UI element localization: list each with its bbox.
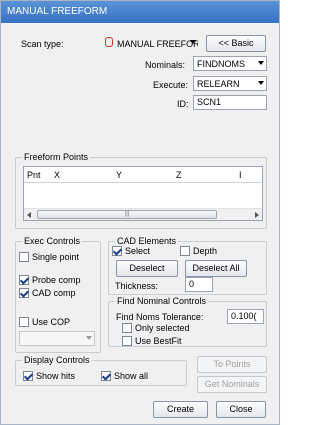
chevron-down-icon: [258, 61, 264, 65]
cop-select[interactable]: [19, 331, 95, 346]
single-point-label: Single point: [32, 252, 80, 262]
thickness-label: Thickness:: [115, 281, 159, 291]
thickness-input[interactable]: 0: [185, 277, 213, 292]
column-header: I: [239, 170, 242, 180]
cad-comp-checkbox[interactable]: CAD comp: [19, 288, 76, 298]
show-hits-checkbox[interactable]: Show hits: [23, 371, 75, 381]
checkbox-box[interactable]: [19, 252, 29, 262]
checkbox-box[interactable]: [101, 371, 111, 381]
nominals-select[interactable]: FINDNOMS: [193, 56, 267, 71]
only-selected-label: Only selected: [135, 323, 190, 333]
execute-label: Execute:: [153, 80, 189, 90]
execute-value: RELEARN: [197, 78, 240, 89]
window-title: MANUAL FREEFORM: [1, 1, 279, 23]
depth-label: Depth: [193, 246, 218, 256]
scroll-right-icon[interactable]: [255, 212, 259, 218]
deselect-all-button[interactable]: Deselect All: [185, 260, 247, 277]
checkbox-box[interactable]: [122, 336, 132, 346]
manual-freeform-dialog: MANUAL FREEFORM Scan type: MANUAL FREEFO…: [0, 0, 280, 425]
scan-type-label: Scan type:: [21, 39, 64, 49]
nominals-label: Nominals:: [145, 60, 186, 70]
to-points-button[interactable]: To Points: [197, 356, 267, 373]
cad-comp-label: CAD comp: [32, 288, 76, 298]
use-bestfit-checkbox[interactable]: Use BestFit: [122, 336, 182, 346]
find-nominal-title: Find Nominal Controls: [115, 296, 209, 306]
use-cop-label: Use COP: [32, 317, 71, 327]
chevron-down-icon: [190, 40, 196, 44]
column-header: Z: [176, 170, 182, 180]
chevron-down-icon: [86, 336, 92, 340]
deselect-button[interactable]: Deselect: [116, 260, 178, 277]
checkbox-box[interactable]: [122, 323, 132, 333]
id-input[interactable]: SCN1: [193, 95, 267, 110]
select-checkbox[interactable]: Select: [112, 246, 150, 256]
show-hits-label: Show hits: [36, 371, 76, 381]
horizontal-scrollbar[interactable]: |||: [24, 208, 262, 220]
only-selected-checkbox[interactable]: Only selected: [122, 323, 190, 333]
create-button[interactable]: Create: [153, 401, 208, 418]
get-nominals-button[interactable]: Get Nominals: [197, 376, 267, 393]
probe-comp-label: Probe comp: [32, 275, 81, 285]
nominals-value: FINDNOMS: [197, 58, 245, 69]
select-label: Select: [125, 246, 151, 256]
execute-select[interactable]: RELEARN: [193, 76, 267, 91]
id-label: ID:: [177, 99, 189, 109]
scan-type-value: MANUAL FREEFORM: [117, 38, 198, 49]
close-button[interactable]: Close: [216, 401, 266, 418]
scroll-left-icon[interactable]: [27, 212, 31, 218]
cad-elements-title: CAD Elements: [115, 236, 179, 246]
column-header: Pnt: [27, 170, 41, 180]
table-header: Pnt X Y Z I: [24, 167, 262, 183]
freeform-points-title: Freeform Points: [22, 152, 91, 162]
use-bestfit-label: Use BestFit: [135, 336, 182, 346]
display-controls-title: Display Controls: [22, 355, 92, 365]
scroll-thumb[interactable]: |||: [37, 210, 217, 219]
column-header: X: [54, 170, 61, 180]
chevron-down-icon: [258, 81, 264, 85]
tolerance-input[interactable]: 0.100(: [227, 309, 264, 324]
checkbox-box[interactable]: [19, 288, 29, 298]
checkbox-box[interactable]: [180, 246, 190, 256]
column-header: Y: [116, 170, 123, 180]
single-point-checkbox[interactable]: Single point: [19, 252, 79, 262]
checkbox-box[interactable]: [23, 371, 33, 381]
exec-controls-title: Exec Controls: [22, 236, 83, 246]
scan-type-select[interactable]: MANUAL FREEFORM: [115, 36, 198, 51]
scan-type-icon: [105, 37, 113, 47]
probe-comp-checkbox[interactable]: Probe comp: [19, 275, 81, 285]
basic-button[interactable]: << Basic: [206, 35, 266, 52]
checkbox-box[interactable]: [19, 275, 29, 285]
use-cop-checkbox[interactable]: Use COP: [19, 317, 70, 327]
show-all-label: Show all: [114, 371, 149, 381]
freeform-points-table[interactable]: Pnt X Y Z I |||: [23, 166, 263, 221]
tolerance-label: Find Noms Tolerance:: [116, 312, 204, 322]
checkbox-box[interactable]: [19, 317, 29, 327]
checkbox-box[interactable]: [112, 246, 122, 256]
depth-checkbox[interactable]: Depth: [180, 246, 217, 256]
show-all-checkbox[interactable]: Show all: [101, 371, 148, 381]
